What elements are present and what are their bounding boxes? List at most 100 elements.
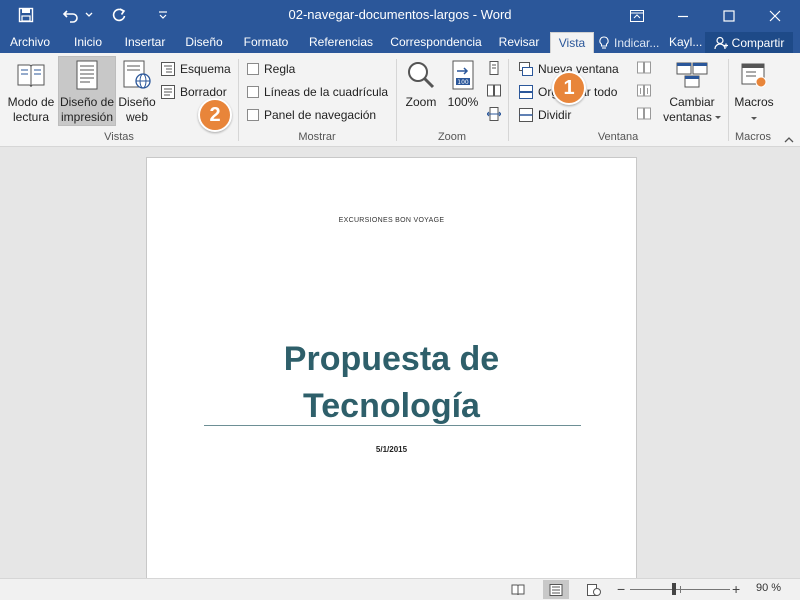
collapse-ribbon-icon[interactable] bbox=[784, 133, 794, 143]
zoom-out-button[interactable]: − bbox=[617, 581, 625, 597]
macros-button[interactable]: Macros bbox=[731, 57, 777, 125]
save-icon[interactable] bbox=[14, 4, 38, 26]
ruler-label: Regla bbox=[264, 62, 296, 76]
magnifier-icon bbox=[402, 57, 440, 93]
macros-chevron bbox=[731, 110, 777, 125]
document-page[interactable]: EXCURSIONES BON VOYAGE Propuesta de Tecn… bbox=[146, 157, 637, 587]
share-button[interactable]: Compartir bbox=[705, 32, 793, 54]
macros-icon bbox=[731, 57, 777, 93]
ruler-checkbox[interactable]: Regla bbox=[247, 59, 295, 79]
one-page-icon[interactable] bbox=[487, 61, 501, 75]
ribbon-display-options-icon[interactable] bbox=[614, 0, 660, 32]
document-title-line-1: Propuesta de bbox=[283, 340, 500, 378]
undo-dropdown-icon[interactable] bbox=[84, 4, 94, 26]
print-layout-button[interactable]: Diseño de impresión bbox=[58, 56, 116, 126]
draft-icon bbox=[161, 85, 175, 99]
page-width-icon[interactable] bbox=[486, 107, 502, 121]
group-label-macros: Macros bbox=[734, 131, 772, 143]
synchronous-scrolling-icon[interactable] bbox=[637, 84, 651, 98]
zoom-slider-mid-mark bbox=[680, 586, 681, 593]
tab-formato[interactable]: Formato bbox=[236, 32, 296, 53]
multiple-pages-icon[interactable] bbox=[487, 84, 501, 98]
document-title-line-2: Tecnología bbox=[303, 387, 480, 425]
user-name[interactable]: Kayl... bbox=[669, 32, 702, 53]
status-web-layout-icon[interactable] bbox=[581, 580, 607, 599]
switch-windows-label-1: Cambiar bbox=[669, 95, 715, 109]
tab-inicio[interactable]: Inicio bbox=[66, 32, 110, 53]
redo-icon[interactable] bbox=[108, 4, 130, 26]
lightbulb-icon bbox=[599, 35, 609, 49]
callout-1: 1 bbox=[552, 71, 586, 105]
print-layout-label-1: Diseño de bbox=[59, 95, 115, 109]
tab-correspondencia[interactable]: Correspondencia bbox=[386, 32, 486, 53]
tell-me-box[interactable]: Indicar... bbox=[598, 32, 659, 53]
book-open-icon bbox=[4, 57, 58, 93]
group-label-mostrar: Mostrar bbox=[298, 131, 336, 143]
status-print-layout-icon[interactable] bbox=[543, 580, 569, 599]
switch-windows-label-row: ventanas bbox=[663, 110, 721, 125]
tab-vista[interactable]: Vista bbox=[550, 32, 594, 54]
tab-archivo[interactable]: Archivo bbox=[4, 32, 56, 53]
navigation-pane-check-box[interactable] bbox=[247, 109, 259, 121]
status-bar: − + 90 % bbox=[0, 578, 800, 600]
zoom-percentage[interactable]: 90 % bbox=[756, 582, 781, 594]
close-icon[interactable] bbox=[752, 0, 798, 32]
share-label: Compartir bbox=[731, 36, 785, 50]
globe-page-icon bbox=[118, 57, 156, 93]
read-mode-label-1: Modo de bbox=[7, 95, 55, 109]
customize-qat-icon[interactable] bbox=[156, 4, 170, 26]
tab-revisar[interactable]: Revisar bbox=[492, 32, 546, 53]
group-label-vistas: Vistas bbox=[104, 131, 134, 143]
maximize-icon[interactable] bbox=[706, 0, 752, 32]
zoom-100-icon: 100 bbox=[444, 57, 482, 93]
print-layout-label-2: impresión bbox=[60, 110, 114, 124]
reset-window-position-icon[interactable] bbox=[637, 107, 651, 121]
split-label: Dividir bbox=[538, 108, 572, 122]
zoom-button[interactable]: Zoom bbox=[402, 57, 440, 110]
zoom-slider-thumb[interactable] bbox=[672, 583, 676, 595]
group-separator bbox=[396, 59, 397, 141]
document-title: Propuesta de Tecnología bbox=[147, 336, 636, 430]
gridlines-checkbox[interactable]: Líneas de la cuadrícula bbox=[247, 82, 388, 102]
switch-windows-label-2: ventanas bbox=[663, 110, 712, 124]
macros-label-row: Macros bbox=[731, 95, 777, 110]
navigation-pane-checkbox[interactable]: Panel de navegación bbox=[247, 105, 376, 125]
callout-2: 2 bbox=[198, 98, 232, 132]
outline-button[interactable]: Esquema bbox=[161, 59, 231, 79]
zoom-label: Zoom bbox=[405, 95, 437, 109]
undo-icon[interactable] bbox=[58, 4, 84, 26]
web-layout-label-1: Diseño bbox=[118, 95, 156, 109]
gridlines-check-box[interactable] bbox=[247, 86, 259, 98]
switch-windows-button[interactable]: Cambiar ventanas bbox=[663, 57, 721, 125]
outline-icon bbox=[161, 62, 175, 76]
tab-referencias[interactable]: Referencias bbox=[302, 32, 380, 53]
chevron-down-icon bbox=[714, 115, 721, 119]
status-read-mode-icon[interactable] bbox=[505, 580, 531, 599]
zoom-in-button[interactable]: + bbox=[732, 581, 740, 597]
macros-label: Macros bbox=[734, 95, 774, 109]
svg-text:100: 100 bbox=[457, 79, 469, 86]
group-separator bbox=[508, 59, 509, 141]
gridlines-label: Líneas de la cuadrícula bbox=[264, 85, 389, 99]
document-header: EXCURSIONES BON VOYAGE bbox=[338, 217, 445, 224]
ruler-check-box[interactable] bbox=[247, 63, 259, 75]
switch-windows-icon bbox=[663, 57, 721, 93]
outline-label: Esquema bbox=[180, 62, 231, 76]
group-label-zoom: Zoom bbox=[437, 131, 467, 143]
minimize-icon[interactable] bbox=[660, 0, 706, 32]
tab-diseno[interactable]: Diseño bbox=[178, 32, 230, 53]
zoom-100-button[interactable]: 100 100% bbox=[444, 57, 482, 110]
split-button[interactable]: Dividir bbox=[519, 105, 571, 125]
ribbon-panel: Modo de lectura Diseño de impresión Dise… bbox=[0, 53, 800, 147]
zoom-100-label: 100% bbox=[447, 95, 479, 109]
group-separator bbox=[238, 59, 239, 141]
tab-insertar[interactable]: Insertar bbox=[118, 32, 172, 53]
draft-label: Borrador bbox=[180, 85, 227, 99]
web-layout-button[interactable]: Diseño web bbox=[118, 57, 156, 125]
view-side-by-side-icon[interactable] bbox=[637, 61, 651, 75]
page-layout-icon bbox=[59, 57, 115, 93]
split-icon bbox=[519, 108, 533, 122]
title-divider bbox=[204, 425, 581, 426]
read-mode-button[interactable]: Modo de lectura bbox=[4, 57, 58, 125]
title-bar: 02-navegar-documentos-largos - Word bbox=[0, 0, 800, 32]
